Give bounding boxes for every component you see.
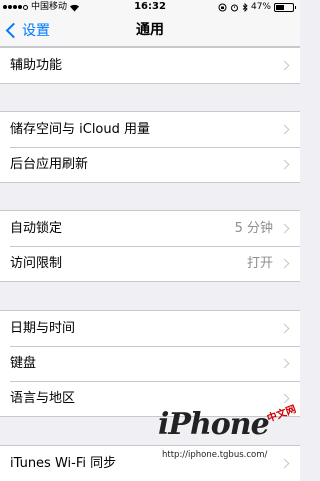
settings-row-accessibility[interactable]: 辅助功能: [0, 48, 300, 83]
settings-row-date-time[interactable]: 日期与时间: [0, 311, 300, 346]
watermark-url: http://iphone.tgbus.com/: [160, 450, 270, 460]
settings-group-accessibility: 辅助功能: [0, 47, 300, 84]
lock-rotation-icon: [218, 3, 227, 11]
watermark-logo: iPhone: [158, 407, 270, 442]
settings-row-auto-lock[interactable]: 自动锁定 5 分钟: [0, 211, 300, 246]
chevron-right-icon: [279, 358, 290, 369]
row-label: 日期与时间: [10, 321, 76, 336]
row-label: 自动锁定: [10, 221, 63, 236]
row-label: iTunes Wi-Fi 同步: [10, 456, 117, 471]
row-label: 后台应用刷新: [10, 157, 89, 172]
row-label: 储存空间与 iCloud 用量: [10, 122, 151, 137]
chevron-right-icon: [279, 223, 290, 234]
battery-fill: [276, 4, 284, 10]
settings-group-region: 日期与时间 键盘 语言与地区: [0, 310, 300, 417]
watermark: iPhone 中文网 http://iphone.tgbus.com/: [158, 404, 300, 465]
settings-row-restrictions[interactable]: 访问限制 打开: [0, 246, 300, 281]
row-label: 辅助功能: [10, 58, 63, 73]
chevron-right-icon: [279, 323, 290, 334]
page-title: 通用: [136, 22, 164, 38]
chevron-right-icon: [279, 60, 290, 71]
settings-group-storage: 储存空间与 iCloud 用量 后台应用刷新: [0, 111, 300, 183]
row-value: 5 分钟: [234, 221, 273, 236]
row-label: 语言与地区: [10, 391, 76, 406]
settings-row-background-refresh[interactable]: 后台应用刷新: [0, 147, 300, 182]
alarm-icon: [230, 4, 238, 11]
chevron-right-icon: [279, 258, 290, 269]
row-label: 键盘: [10, 356, 37, 371]
status-bar: 中国移动 16:32 47%: [0, 0, 300, 14]
settings-row-keyboard[interactable]: 键盘: [0, 346, 300, 381]
battery-percent: 47%: [250, 2, 271, 12]
navigation-bar: 设置 通用: [0, 14, 300, 47]
settings-group-lock: 自动锁定 5 分钟 访问限制 打开: [0, 210, 300, 282]
chevron-right-icon: [279, 124, 290, 135]
chevron-right-icon: [279, 159, 290, 170]
battery-tip: [295, 5, 296, 9]
status-right: 47%: [218, 0, 296, 14]
bluetooth-icon: [242, 2, 248, 12]
row-label: 访问限制: [10, 256, 63, 271]
row-value: 打开: [246, 256, 273, 271]
settings-row-storage-icloud[interactable]: 储存空间与 iCloud 用量: [0, 112, 300, 147]
battery-icon: [274, 2, 294, 12]
